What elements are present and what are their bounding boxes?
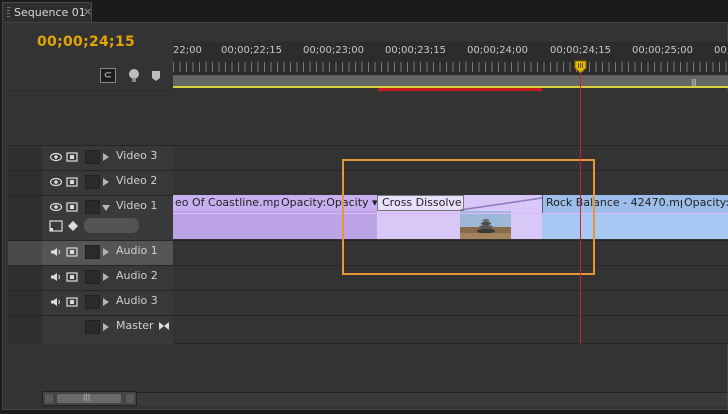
filmstrip-icon[interactable] <box>66 202 78 212</box>
track-control-strip <box>8 291 42 315</box>
keyframe-navigator[interactable] <box>84 218 139 233</box>
ruler-label: 00;00;22;15 <box>221 45 283 56</box>
expand-triangle-icon[interactable] <box>103 178 109 186</box>
track-name: Video 3 <box>116 149 158 162</box>
ruler-label: 00;00;24;15 <box>550 45 612 56</box>
track-lock-toggle[interactable] <box>85 175 100 189</box>
scroll-cap-left[interactable] <box>45 394 53 403</box>
playhead-icon[interactable] <box>574 60 587 74</box>
keyframe-diamond-icon[interactable] <box>68 221 78 231</box>
track-lock-toggle[interactable] <box>85 245 100 259</box>
track-header-spacer <box>8 90 173 146</box>
close-icon[interactable]: × <box>83 5 92 18</box>
eye-icon[interactable] <box>50 202 62 212</box>
track-lock-toggle[interactable] <box>85 295 100 309</box>
display-style-icon[interactable] <box>49 220 63 232</box>
expand-triangle-icon[interactable] <box>103 248 109 256</box>
track-lock-toggle[interactable] <box>85 320 100 334</box>
track-header-video-3[interactable]: Video 3 <box>8 145 173 170</box>
collapse-triangle-icon[interactable] <box>102 205 110 211</box>
track-header-master[interactable]: Master <box>8 315 173 344</box>
track-name: Audio 1 <box>116 244 158 257</box>
ruler-label: 00; <box>714 45 728 56</box>
timeline-spacer <box>173 91 728 145</box>
track-name: Master <box>116 319 154 332</box>
filmstrip-icon[interactable] <box>66 152 78 162</box>
track-control-strip <box>8 266 42 290</box>
expand-triangle-icon[interactable] <box>103 298 109 306</box>
track-name: Audio 3 <box>116 294 158 307</box>
ruler-label: 22;00 <box>173 45 202 56</box>
header-scrollbar[interactable]: ||| <box>42 391 137 406</box>
track-control-strip <box>8 171 42 195</box>
snap-icon[interactable]: ⊂ <box>100 68 116 83</box>
set-marker-icon[interactable] <box>150 68 162 84</box>
track-lock-toggle[interactable] <box>85 150 100 164</box>
track-lock-toggle[interactable] <box>85 270 100 284</box>
expand-triangle-icon[interactable] <box>103 323 109 331</box>
track-header-spacer <box>8 344 173 390</box>
ruler-label: 00;00;23;15 <box>385 45 447 56</box>
speaker-icon[interactable] <box>50 297 62 307</box>
track-control-strip <box>8 316 42 344</box>
time-ruler[interactable]: 22;00 00;00;22;15 00;00;23;00 00;00;23;1… <box>173 42 728 76</box>
speaker-icon[interactable] <box>50 272 62 282</box>
tab-title: Sequence 01 <box>14 6 86 19</box>
expand-triangle-icon[interactable] <box>103 273 109 281</box>
track-header-audio-3[interactable]: Audio 3 <box>8 290 173 315</box>
track-control-strip <box>8 196 42 240</box>
track-name: Audio 2 <box>116 269 158 282</box>
eye-icon[interactable] <box>50 152 62 162</box>
filmstrip-icon[interactable] <box>66 297 78 307</box>
drag-grip-icon[interactable] <box>7 7 10 18</box>
track-header-audio-2[interactable]: Audio 2 <box>8 265 173 290</box>
track-lane-master[interactable] <box>173 315 728 344</box>
track-control-strip <box>8 146 42 170</box>
ruler-label: 00;00;24;00 <box>467 45 529 56</box>
track-name: Video 1 <box>116 199 158 212</box>
eye-icon[interactable] <box>50 177 62 187</box>
ruler-label: 00;00;23;00 <box>303 45 365 56</box>
track-lock-toggle[interactable] <box>85 200 100 214</box>
scroll-grip-icon[interactable]: ||| <box>83 393 90 401</box>
marker-icon[interactable] <box>126 68 142 84</box>
track-name: Video 2 <box>116 174 158 187</box>
track-header-audio-1[interactable]: Audio 1 <box>8 240 173 265</box>
timeline-scrollbar[interactable] <box>137 392 727 406</box>
panel-tab-bar <box>0 0 728 22</box>
opacity-dropdown[interactable]: Opacity: <box>682 195 728 213</box>
track-header-video-2[interactable]: Video 2 <box>8 170 173 195</box>
track-lane-audio-3[interactable] <box>173 290 728 315</box>
filmstrip-icon[interactable] <box>66 272 78 282</box>
ruler-label: 00;00;25;00 <box>632 45 694 56</box>
ruler-ticks <box>173 62 728 72</box>
filmstrip-icon[interactable] <box>66 177 78 187</box>
tab-sequence-01[interactable]: Sequence 01 × <box>2 2 92 22</box>
track-control-strip <box>8 241 42 265</box>
highlight-rectangle <box>342 159 595 275</box>
playhead-line[interactable] <box>580 66 581 344</box>
speaker-icon[interactable] <box>50 247 62 257</box>
current-timecode[interactable]: 00;00;24;15 <box>37 34 135 50</box>
stereo-icon <box>159 322 169 330</box>
expand-triangle-icon[interactable] <box>103 153 109 161</box>
filmstrip-icon[interactable] <box>66 247 78 257</box>
scroll-cap-right[interactable] <box>126 394 134 403</box>
